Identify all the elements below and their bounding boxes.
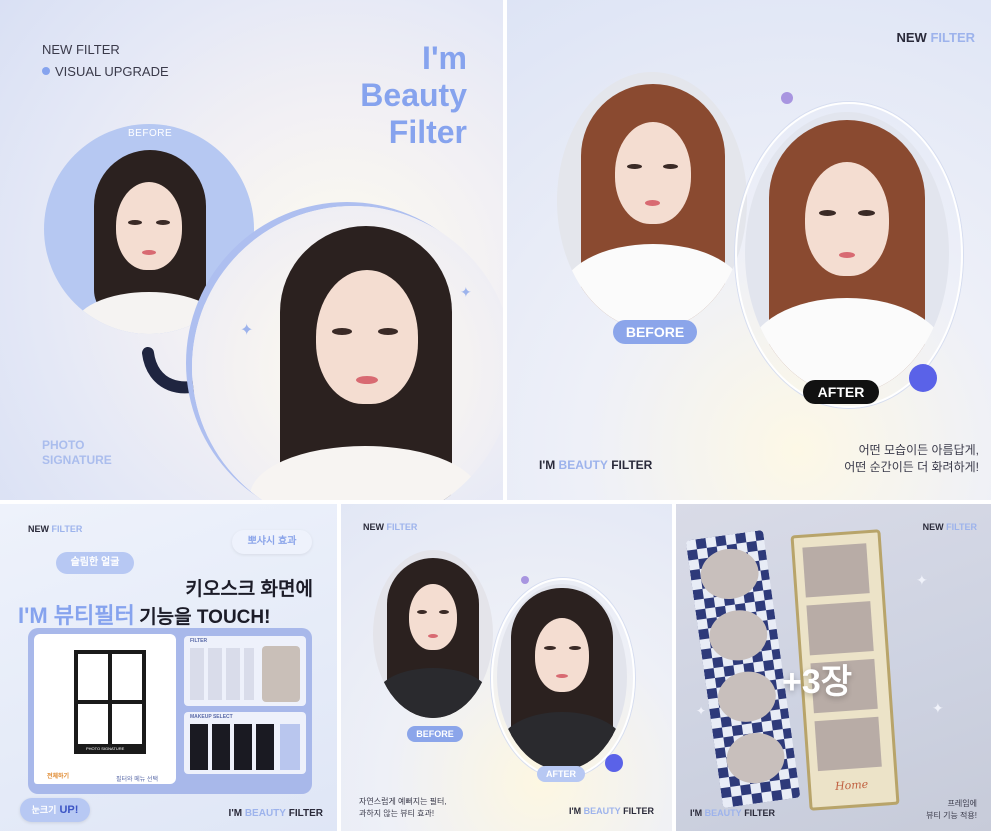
headline-line1: 키오스크 화면에 [185, 579, 313, 600]
new-filter-label: NEW FILTER [42, 42, 120, 57]
after-portrait-oval [497, 584, 627, 770]
purple-dot-icon [521, 576, 529, 584]
before-portrait-oval [557, 72, 747, 330]
strip-home-text: Home [834, 777, 869, 793]
purple-dot-icon [781, 92, 793, 104]
caption: 자연스럽게 예뻐지는 필터, 과하지 않는 뷰티 효과! [359, 797, 447, 818]
filter-menu-select: 필터와 메뉴 선택 [116, 777, 158, 783]
before-portrait-oval [373, 550, 493, 718]
new-filter-tag: NEW FILTER [896, 30, 976, 45]
after-portrait-oval [745, 112, 949, 394]
photo-signature-label: PHOTO SIGNATURE [42, 438, 112, 467]
before-label: BEFORE [128, 128, 173, 139]
sparkle-icon: ✦ [932, 700, 944, 716]
brand-footer: I'M BEAUTY FILTER [568, 806, 654, 816]
eye-size-badge: 눈크기 UP! [20, 798, 90, 822]
brand-footer: I'M BEAUTY FILTER [690, 808, 776, 818]
panel-frame-strips: NEW FILTER Home +3장 ✦ ✦ ✦ 프레임에 뷰티 기능 적용!… [676, 504, 991, 831]
makeup-panel: MAKEUP SELECT [184, 712, 306, 774]
panel-natural-beauty: NEW FILTER BEFORE AFTER 자연스럽게 예뻐지는 필터, 과… [341, 504, 672, 831]
panel-kiosk-touch: NEW FILTER 뽀샤시 효과 슬림한 얼굴 키오스크 화면에 I'M 뷰티… [0, 504, 337, 831]
new-filter-tag: NEW FILTER [363, 522, 418, 532]
new-filter-tag: NEW FILTER [922, 522, 977, 532]
bullet-dot-icon [42, 67, 50, 75]
brand-footer: I'M BEAUTY FILTER [539, 458, 653, 472]
panel-before-after-ovals: NEW FILTER BEFORE AFTER I'M BEAUTY FILTE… [507, 0, 991, 500]
new-filter-tag: NEW FILTER [28, 524, 83, 534]
sparkle-icon: ✦ [240, 322, 254, 339]
headline-line2: I'M 뷰티필터 기능을 TOUCH! [18, 603, 271, 628]
effect-badge: 뽀샤시 효과 [232, 530, 312, 554]
indigo-dot-icon [605, 754, 623, 772]
brand-footer: I'M BEAUTY FILTER [228, 808, 323, 819]
plus-three-count: +3장 [782, 663, 853, 701]
caption: 프레임에 뷰티 기능 적용! [926, 799, 977, 820]
panel-visual-upgrade: NEW FILTER VISUAL UPGRADE I'm Beauty Fil… [0, 0, 503, 500]
sparkle-icon: ✦ [696, 704, 707, 718]
indigo-dot-icon [909, 364, 937, 392]
caption: 어떤 모습이든 아름답게, 어떤 순간이든 더 화려하게! [844, 443, 979, 474]
after-pill: AFTER [537, 766, 585, 782]
after-pill: AFTER [803, 380, 879, 404]
filter-panel: FILTER [184, 636, 306, 706]
title-block: I'm Beauty Filter [360, 40, 467, 150]
frame-preview: PHOTO SIGNATURE [34, 634, 176, 784]
slim-face-badge: 슬림한 얼굴 [56, 552, 134, 574]
sparkle-icon: ✦ [916, 572, 928, 588]
sparkle-icon: ✦ [460, 284, 472, 300]
all-button[interactable]: 전체하기 [34, 770, 82, 784]
before-pill: BEFORE [407, 726, 463, 742]
frame-caption: PHOTO SIGNATURE [86, 746, 125, 751]
visual-upgrade-label: VISUAL UPGRADE [42, 64, 169, 79]
before-pill: BEFORE [613, 320, 697, 344]
